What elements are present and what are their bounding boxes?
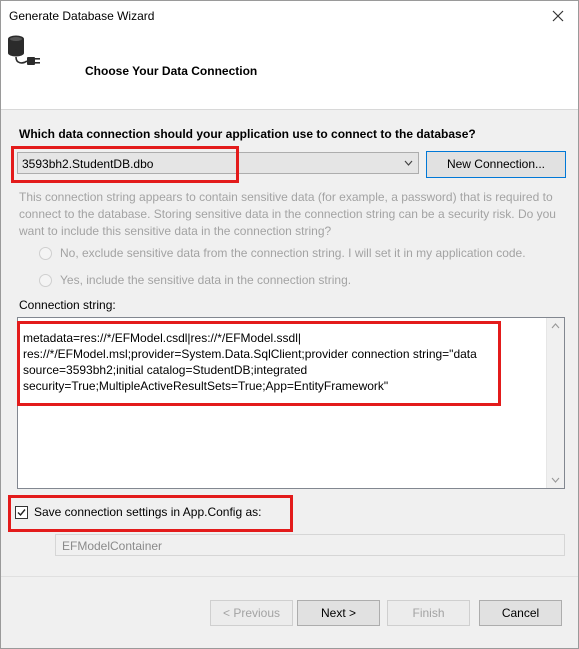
radio-include-label: Yes, include the sensitive data in the c… <box>60 273 352 287</box>
container-name-field[interactable]: EFModelContainer <box>55 534 565 556</box>
connection-string-textbox[interactable]: metadata=res://*/EFModel.csdl|res://*/EF… <box>17 317 565 489</box>
cancel-button[interactable]: Cancel <box>479 600 562 626</box>
radio-include-sensitive[interactable]: Yes, include the sensitive data in the c… <box>39 273 351 287</box>
new-connection-button[interactable]: New Connection... <box>426 151 566 178</box>
checkmark-icon <box>17 508 26 516</box>
radio-circle[interactable] <box>39 246 52 260</box>
save-settings-checkbox[interactable] <box>15 505 28 519</box>
connection-string-value: metadata=res://*/EFModel.csdl|res://*/EF… <box>23 331 477 393</box>
radio-circle[interactable] <box>39 273 52 287</box>
close-icon <box>552 10 564 22</box>
scroll-up-icon[interactable] <box>551 323 560 329</box>
save-settings-label: Save connection settings in App.Config a… <box>34 505 262 519</box>
save-settings-checkbox-row[interactable]: Save connection settings in App.Config a… <box>15 505 261 519</box>
window-title: Generate Database Wizard <box>9 9 155 23</box>
wizard-window: Generate Database Wizard Choose Your Dat… <box>0 0 579 649</box>
database-plug-icon <box>8 35 40 65</box>
connection-dropdown[interactable]: 3593bh2.StudentDB.dbo <box>17 152 419 174</box>
scroll-down-icon[interactable] <box>551 477 560 483</box>
previous-button[interactable]: < Previous <box>210 600 293 626</box>
title-bar: Generate Database Wizard <box>1 1 578 31</box>
next-button[interactable]: Next > <box>297 600 380 626</box>
connection-question: Which data connection should your applic… <box>19 127 476 141</box>
chevron-down-icon <box>404 160 413 166</box>
sensitive-data-note: This connection string appears to contai… <box>19 190 556 238</box>
connection-string-label: Connection string: <box>19 298 116 312</box>
radio-exclude-sensitive[interactable]: No, exclude sensitive data from the conn… <box>39 246 526 260</box>
vertical-scrollbar[interactable] <box>546 318 564 488</box>
radio-exclude-label: No, exclude sensitive data from the conn… <box>60 246 526 260</box>
wizard-header: Choose Your Data Connection <box>1 31 578 110</box>
finish-button[interactable]: Finish <box>387 600 470 626</box>
page-title: Choose Your Data Connection <box>85 64 258 78</box>
connection-dropdown-value: 3593bh2.StudentDB.dbo <box>22 157 154 171</box>
footer-divider <box>1 576 578 577</box>
close-button[interactable] <box>538 1 578 31</box>
